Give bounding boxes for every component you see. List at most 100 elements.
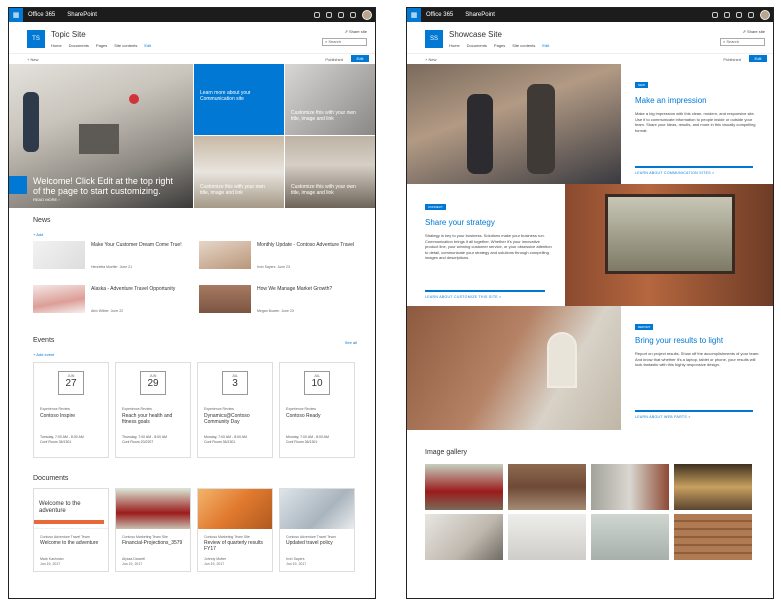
event-date-icon: JUL 3 [222, 371, 248, 395]
skype-icon[interactable] [314, 12, 320, 18]
hero-tile-5[interactable]: Customize this with your own title, imag… [285, 136, 375, 208]
event-details: Tuesday, 7:00 AM - 8:00 AM Conf Room 36/1… [40, 435, 84, 444]
document-card[interactable]: Contoso Marketing Team Site Financial-Pr… [115, 488, 191, 572]
event-card[interactable]: JUN 29 Experience Review Reach your healt… [115, 362, 191, 458]
document-card[interactable]: Contoso Marketing Team Site Review of qu… [197, 488, 273, 572]
event-card[interactable]: JUL 10 Experience Review Contoso Ready Mo… [279, 362, 355, 458]
gallery-image[interactable] [425, 464, 503, 510]
sharepoint-label[interactable]: SharePoint [465, 12, 495, 18]
edit-button[interactable]: Edit [351, 55, 369, 62]
person-figure [467, 94, 493, 174]
news-item[interactable]: Monthly Update - Contoso Adventure Trave… [199, 241, 359, 281]
notifications-icon[interactable] [326, 12, 332, 18]
event-card[interactable]: JUN 27 Experience Review Contoso Inspire … [33, 362, 109, 458]
person-figure [527, 84, 555, 174]
gallery-image[interactable] [508, 464, 586, 510]
section-link[interactable]: LEARN ABOUT COMMUNICATION SITES > [635, 166, 753, 175]
nav-documents[interactable]: Documents [467, 43, 487, 48]
site-header: TS Topic Site Home Documents Pages Site … [9, 22, 375, 54]
event-date-icon: JUN 29 [140, 371, 166, 395]
event-title: Contoso Ready [286, 413, 321, 419]
section-body: Report on project results. Show off the … [635, 351, 760, 367]
nav-home[interactable]: Home [449, 43, 460, 48]
gallery-image[interactable] [674, 464, 752, 510]
nav-pages[interactable]: Pages [96, 43, 107, 48]
news-item[interactable]: Alaska - Adventure Travel Opportunity Al… [33, 285, 193, 325]
edit-button[interactable]: Edit [749, 55, 767, 62]
site-logo[interactable]: TS [27, 30, 45, 48]
help-icon[interactable] [350, 12, 356, 18]
section-link[interactable]: LEARN ABOUT WEB PARTS > [635, 410, 753, 419]
settings-icon[interactable] [338, 12, 344, 18]
add-news-button[interactable]: + Add [33, 232, 43, 237]
share-site-button[interactable]: ⇗ Share site [345, 29, 367, 34]
nav-edit[interactable]: Edit [144, 43, 151, 48]
read-more-label: READ MORE [33, 197, 58, 202]
search-input[interactable]: ⌕ Search [720, 38, 765, 46]
hero-tile-4[interactable]: Customize this with your own title, imag… [194, 136, 284, 208]
suite-bar: ▦ Office 365 SharePoint [9, 8, 375, 22]
office365-label[interactable]: Office 365 [426, 12, 453, 18]
hero-tile-2[interactable]: Learn more about your Communication site [194, 64, 284, 135]
nav-documents[interactable]: Documents [69, 43, 89, 48]
add-event-button[interactable]: + Add event [33, 352, 54, 357]
gallery-image[interactable] [674, 514, 752, 560]
topic-site-pane: ▦ Office 365 SharePoint TS Topic Site Ho… [8, 7, 376, 599]
app-launcher-icon[interactable]: ▦ [407, 8, 421, 22]
search-input[interactable]: ⌕ Search [322, 38, 367, 46]
hero-tile-3[interactable]: Customize this with your own title, imag… [285, 64, 375, 135]
avatar[interactable] [760, 10, 770, 20]
read-more-link[interactable]: READ MORE › [33, 197, 60, 202]
nav-site-contents[interactable]: Site contents [512, 43, 535, 48]
see-all-link[interactable]: See all [345, 340, 357, 345]
document-author: Johnny Mutter Jun 19, 2017 [204, 557, 227, 566]
app-launcher-icon[interactable]: ▦ [9, 8, 23, 22]
new-button[interactable]: + New [27, 57, 38, 62]
nav-site-contents[interactable]: Site contents [114, 43, 137, 48]
office365-label[interactable]: Office 365 [28, 12, 55, 18]
site-nav: Home Documents Pages Site contents Edit [449, 43, 549, 48]
skype-icon[interactable] [712, 12, 718, 18]
section-body: Make a big impression with this clean, m… [635, 111, 756, 133]
section-heading: Make an impression [635, 96, 707, 105]
documents-heading: Documents [33, 475, 69, 482]
section-card-impression: NEW Make an impression Make a big impres… [621, 64, 773, 184]
gallery-image[interactable] [508, 514, 586, 560]
gallery-image[interactable] [591, 514, 669, 560]
news-title: Make Your Customer Dream Come True! [91, 242, 182, 248]
notifications-icon[interactable] [724, 12, 730, 18]
event-card[interactable]: JUL 3 Experience Review Dynamics@Contoso … [197, 362, 273, 458]
nav-pages[interactable]: Pages [494, 43, 505, 48]
news-item[interactable]: Make Your Customer Dream Come True! Henr… [33, 241, 193, 281]
news-item[interactable]: How We Manage Market Growth? Megan Bowen… [199, 285, 359, 325]
add-event-label: Add event [36, 352, 55, 357]
hero-webpart: Welcome! Click Edit at the top right of … [9, 64, 375, 208]
document-site: Contoso Adventure Travel Team [40, 535, 90, 539]
document-preview [280, 489, 354, 529]
document-site: Contoso Adventure Travel Team [286, 535, 336, 539]
section-link[interactable]: LEARN ABOUT CUSTOMIZE THIS SITE > [425, 290, 545, 299]
document-site: Contoso Marketing Team Site [122, 535, 168, 539]
avatar[interactable] [362, 10, 372, 20]
news-title: Alaska - Adventure Travel Opportunity [91, 286, 176, 292]
section-tag: CONNECT [425, 204, 446, 210]
settings-icon[interactable] [736, 12, 742, 18]
gallery-image[interactable] [591, 464, 669, 510]
help-icon[interactable] [748, 12, 754, 18]
nav-home[interactable]: Home [51, 43, 62, 48]
sharepoint-label[interactable]: SharePoint [67, 12, 97, 18]
document-card[interactable]: Contoso Adventure Travel Team Updated tr… [279, 488, 355, 572]
site-title[interactable]: Showcase Site [449, 30, 502, 39]
hero-tile-main[interactable]: Welcome! Click Edit at the top right of … [9, 64, 193, 208]
section-heading: Bring your results to light [635, 336, 724, 345]
new-button[interactable]: + New [425, 57, 436, 62]
document-card[interactable]: Welcome to the adventure Contoso Adventu… [33, 488, 109, 572]
site-title[interactable]: Topic Site [51, 30, 86, 39]
gallery-image[interactable] [425, 514, 503, 560]
nav-edit[interactable]: Edit [542, 43, 549, 48]
site-logo[interactable]: SS [425, 30, 443, 48]
desk-figure [79, 124, 119, 154]
hero-tile-2-text: Learn more about your Communication site [200, 90, 251, 102]
event-category: Experience Review [286, 407, 316, 411]
share-site-button[interactable]: ⇗ Share site [743, 29, 765, 34]
